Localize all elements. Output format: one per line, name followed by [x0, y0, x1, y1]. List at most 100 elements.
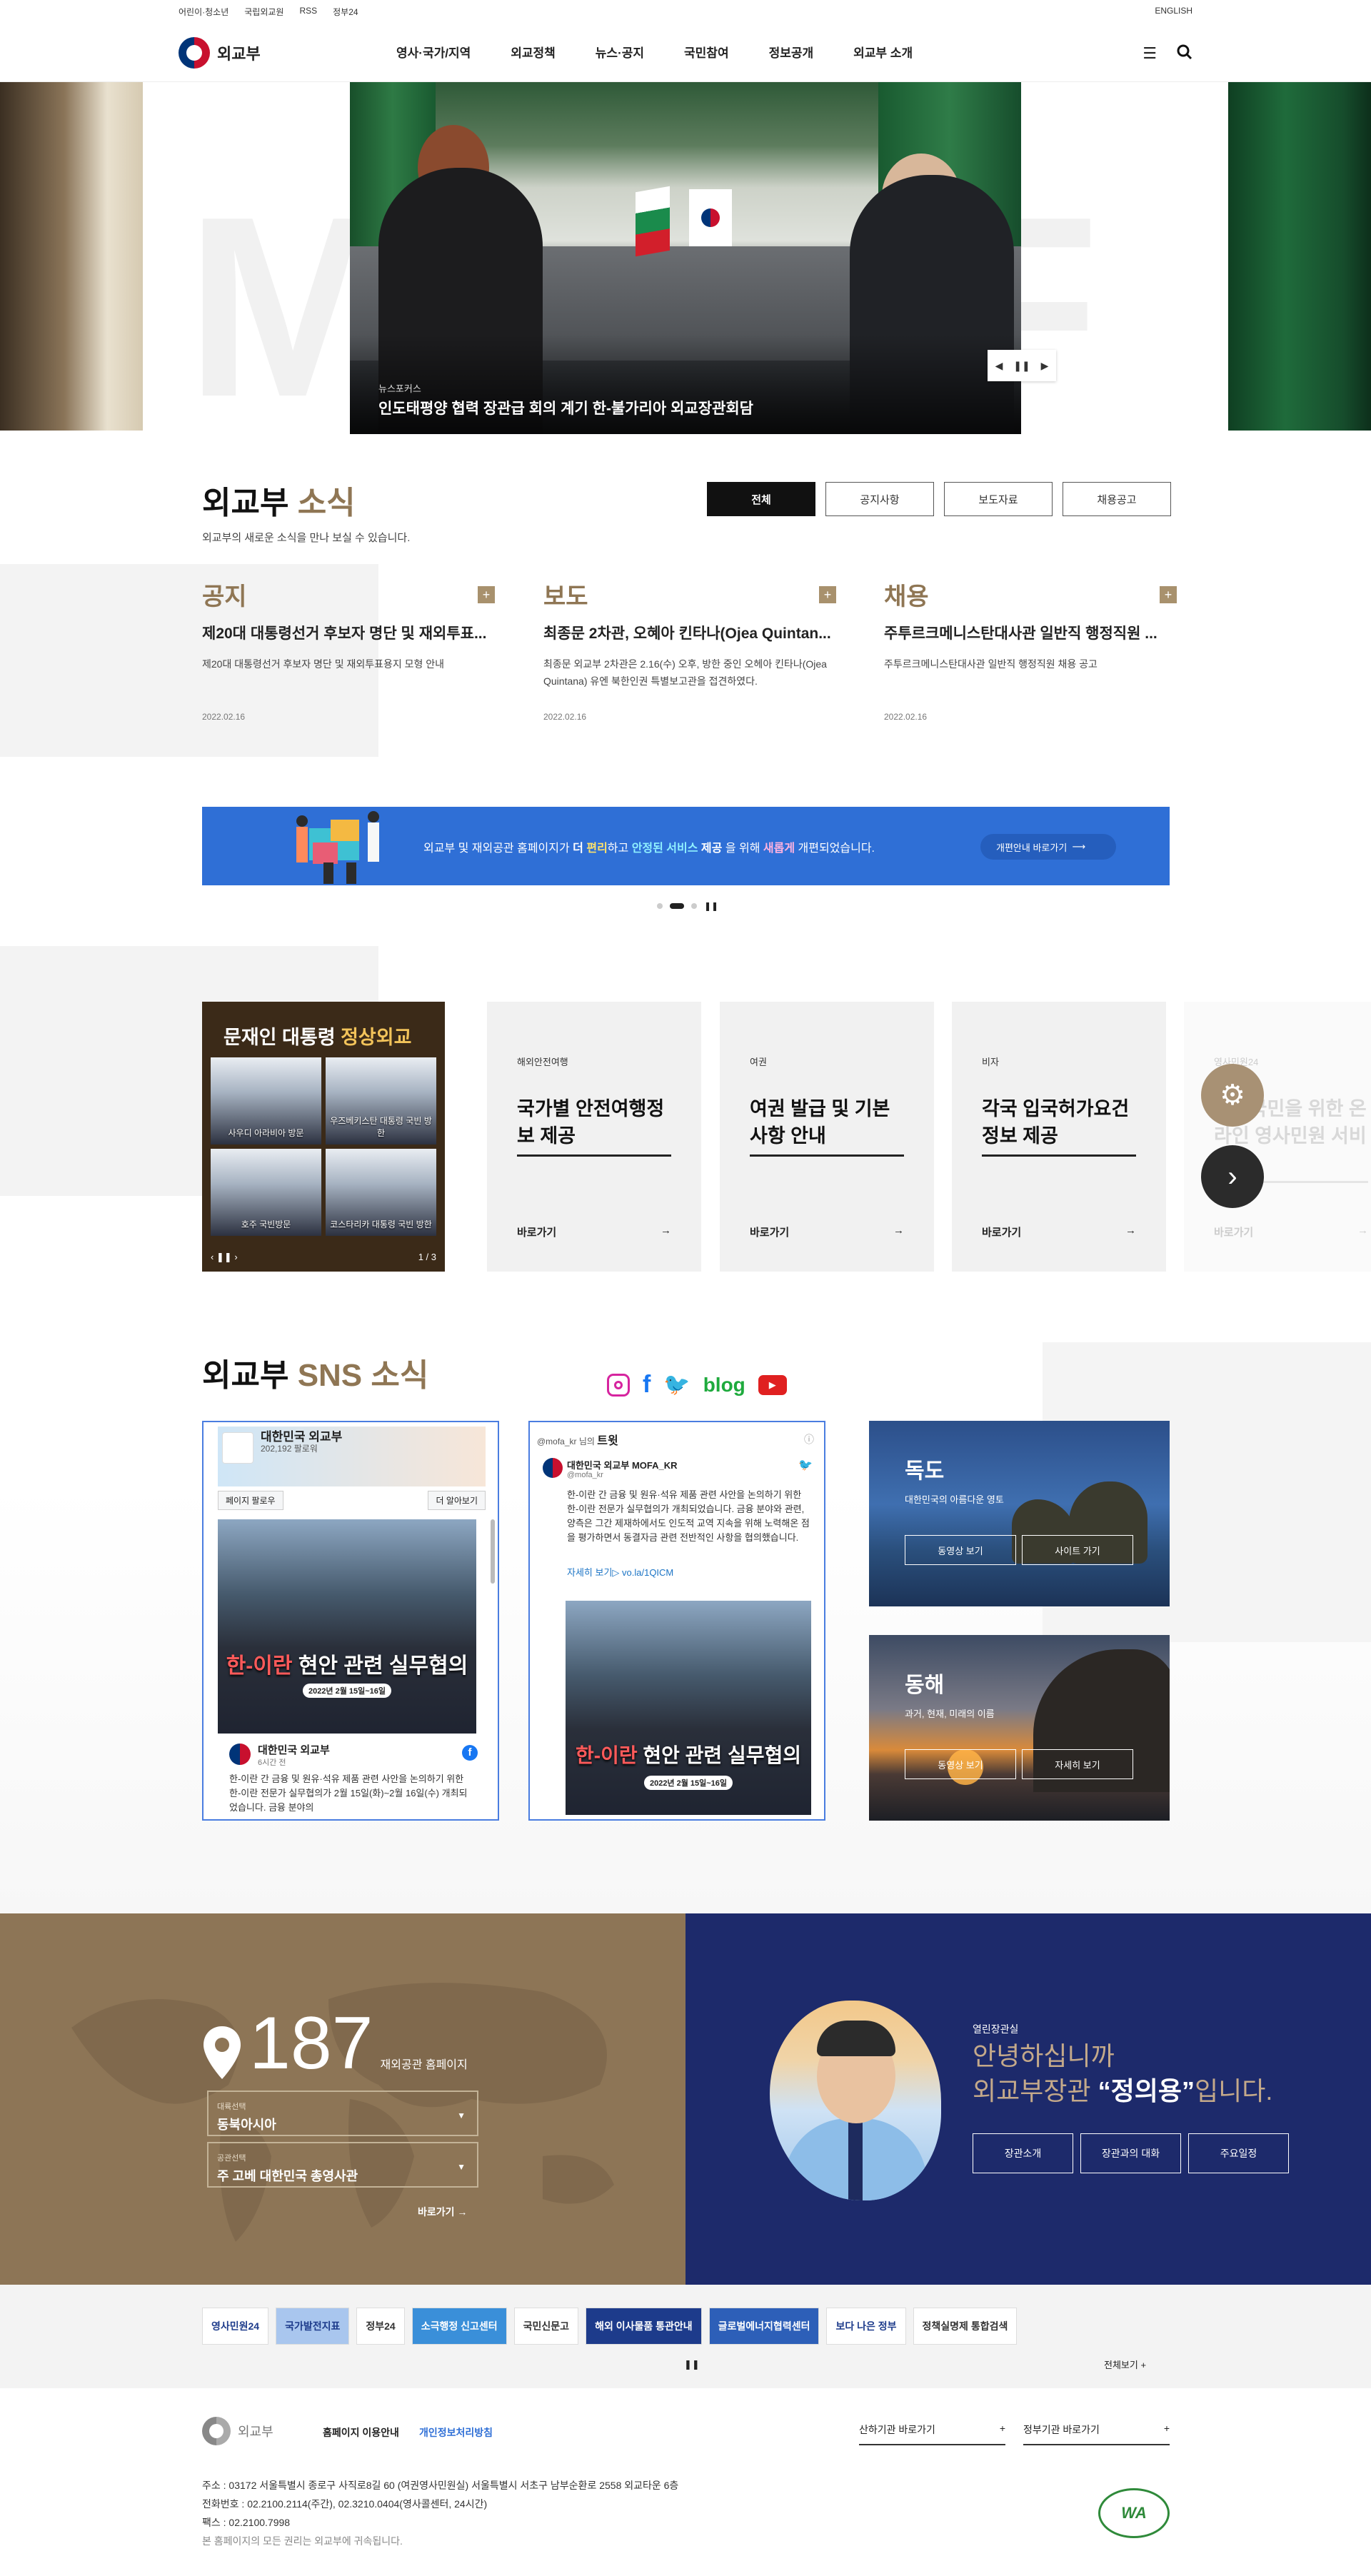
util-link-rss[interactable]: RSS: [299, 6, 317, 18]
prev-icon[interactable]: ‹: [211, 1252, 214, 1262]
hero-title[interactable]: 인도태평양 협력 장관급 회의 계기 한-불가리아 외교장관회담: [378, 397, 753, 418]
twitter-icon[interactable]: 🐦: [663, 1372, 690, 1397]
donghae-more-button[interactable]: 자세히 보기: [1022, 1749, 1133, 1779]
summit-poster[interactable]: 문재인 대통령 정상외교 사우디 아라비아 방문 우즈베키스탄 대통령 국빈 방…: [202, 1002, 445, 1272]
web-accessibility-mark-icon[interactable]: WA: [1098, 2488, 1170, 2538]
renewal-banner[interactable]: 외교부 및 재외공관 홈페이지가 더 편리하고 안정된 서비스 제공 을 위해 …: [202, 807, 1170, 885]
hero-slide-prev[interactable]: [0, 82, 143, 431]
twitter-icon[interactable]: 🐦: [798, 1458, 813, 1472]
donghae-video-button[interactable]: 동영상 보기: [905, 1749, 1016, 1779]
plus-icon[interactable]: +: [1160, 585, 1177, 603]
link-banner[interactable]: 해외 이사물품 통관안내: [586, 2308, 702, 2345]
donghae-card[interactable]: 동해 과거, 현재, 미래의 이름 동영상 보기 자세히 보기: [869, 1635, 1170, 1821]
link-banner[interactable]: 보다 나은 정부: [826, 2308, 906, 2345]
settings-gear-icon[interactable]: ⚙: [1201, 1064, 1264, 1127]
plus-icon[interactable]: +: [819, 585, 836, 603]
fb-scrollbar[interactable]: [491, 1519, 495, 1584]
nav-item-disclosure[interactable]: 정보공개: [769, 43, 814, 61]
place-title: 동해: [905, 1674, 945, 1697]
youtube-icon[interactable]: ▶: [758, 1374, 787, 1395]
poster-page: 1 / 3: [418, 1252, 436, 1262]
nav-item-about[interactable]: 외교부 소개: [853, 43, 913, 61]
pause-icon[interactable]: ❚❚: [684, 2359, 700, 2370]
fb-post-author[interactable]: 대한민국 외교부: [258, 1742, 330, 1757]
fb-follow-button[interactable]: 페이지 팔로우: [218, 1491, 283, 1510]
tw-author[interactable]: 대한민국 외교부 MOFA_KR: [567, 1458, 678, 1471]
mission-count-label: 재외공관 홈페이지: [380, 2059, 468, 2071]
logo[interactable]: 외교부: [179, 37, 261, 69]
facebook-icon[interactable]: f: [643, 1371, 651, 1399]
link-banner[interactable]: 국민신문고: [513, 2308, 579, 2345]
office-select[interactable]: 공관선택 주 고베 대한민국 총영사관 ▼: [207, 2142, 478, 2188]
prev-icon[interactable]: ◀: [988, 350, 1010, 381]
banner-go-button[interactable]: 개편안내 바로가기 ⟶: [980, 834, 1116, 860]
service-card-passport[interactable]: 여권 여권 발급 및 기본사항 안내 바로가기 →: [720, 1002, 934, 1272]
footer-link-privacy[interactable]: 개인정보처리방침: [419, 2425, 493, 2440]
minister-schedule-button[interactable]: 주요일정: [1188, 2133, 1289, 2173]
english-link[interactable]: ENGLISH: [1155, 6, 1192, 16]
tab-press[interactable]: 보도자료: [944, 482, 1053, 516]
pager-dot-active[interactable]: [670, 903, 684, 909]
news-title[interactable]: 최종문 2차관, 오혜아 킨타나(Ojea Quintan...: [543, 622, 836, 643]
blog-icon[interactable]: blog: [703, 1374, 745, 1397]
hero-slide-next[interactable]: [1228, 82, 1371, 431]
related-links: 영사민원24 국가발전지표 정부24 소극행정 신고센터 국민신문고 해외 이사…: [0, 2285, 1371, 2388]
dokdo-site-button[interactable]: 사이트 가기: [1022, 1535, 1133, 1565]
search-icon[interactable]: [1177, 44, 1192, 64]
twitter-widget[interactable]: @mofa_kr 님의 트윗 ⓘ 대한민국 외교부 MOFA_KR @mofa_…: [528, 1421, 825, 1821]
plus-icon[interactable]: +: [478, 585, 495, 603]
hero-carousel: MOFA 뉴스포커스 인도태평양 협력 장관급 회의 계기 한-불가리아 외교장…: [0, 82, 1371, 461]
instagram-icon[interactable]: [607, 1373, 630, 1397]
tw-link[interactable]: 자세히 보기▷ vo.la/1QICM: [567, 1565, 673, 1579]
util-link-kids[interactable]: 어린이·청소년: [179, 6, 228, 18]
minister-talk-button[interactable]: 장관과의 대화: [1080, 2133, 1181, 2173]
view-all-link[interactable]: 전체보기 +: [1104, 2358, 1146, 2371]
fb-post-image[interactable]: 한-이란 현안 관련 실무협의 2022년 2월 15일~16일: [218, 1519, 476, 1734]
minister-intro-button[interactable]: 장관소개: [973, 2133, 1073, 2173]
util-link-gov24[interactable]: 정부24: [333, 6, 358, 18]
nav-item-policy[interactable]: 외교정책: [511, 43, 556, 61]
tab-recruit[interactable]: 채용공고: [1063, 482, 1171, 516]
pause-icon[interactable]: ❚❚: [1010, 350, 1033, 381]
link-banner[interactable]: 국가발전지표: [276, 2308, 350, 2345]
menu-icon[interactable]: ☰: [1142, 44, 1157, 64]
nav-item-consular[interactable]: 영사·국가/지역: [396, 43, 471, 61]
news-title[interactable]: 주투르크메니스탄대사관 일반직 행정직원 ...: [884, 622, 1177, 643]
tab-all[interactable]: 전체: [707, 482, 815, 516]
tab-notices[interactable]: 공지사항: [825, 482, 934, 516]
nav-item-news[interactable]: 뉴스·공지: [596, 43, 644, 61]
service-card-travel[interactable]: 해외안전여행 국가별 안전여행정보 제공 바로가기 →: [487, 1002, 701, 1272]
arrow-right-icon: →: [893, 1224, 904, 1237]
region-select[interactable]: 대륙선택 동북아시아 ▼: [207, 2091, 478, 2136]
link-banner[interactable]: 소극행정 신고센터: [411, 2308, 507, 2345]
pause-icon[interactable]: ❚❚: [704, 901, 718, 911]
hero-slide-current[interactable]: 뉴스포커스 인도태평양 협력 장관급 회의 계기 한-불가리아 외교장관회담: [350, 82, 1021, 434]
info-icon[interactable]: ⓘ: [804, 1432, 814, 1447]
dokdo-card[interactable]: 독도 대한민국의 아름다운 영토 동영상 보기 사이트 가기: [869, 1421, 1170, 1606]
service-card-visa[interactable]: 비자 각국 입국허가요건 정보 제공 바로가기 →: [952, 1002, 1166, 1272]
pause-icon[interactable]: ❚❚: [216, 1252, 232, 1262]
next-icon[interactable]: ›: [234, 1252, 237, 1262]
facebook-icon[interactable]: f: [462, 1745, 478, 1761]
news-title[interactable]: 제20대 대통령선거 후보자 명단 및 재외투표...: [202, 622, 495, 643]
tw-post-image[interactable]: 한-이란 현안 관련 실무협의 2022년 2월 15일~16일: [566, 1601, 811, 1815]
facebook-widget[interactable]: 대한민국 외교부 202,192 팔로워 페이지 팔로우 더 알아보기 한-이란…: [202, 1421, 499, 1821]
pager-dot[interactable]: [657, 903, 663, 909]
link-banner[interactable]: 정부24: [356, 2308, 405, 2345]
affiliate-select[interactable]: 산하기관 바로가기 +: [859, 2422, 1005, 2445]
bulgaria-flag-icon: [636, 186, 670, 257]
carousel-next-icon[interactable]: ›: [1201, 1145, 1264, 1208]
link-banner[interactable]: 글로벌에너지협력센터: [708, 2308, 820, 2345]
nav-item-participation[interactable]: 국민참여: [684, 43, 729, 61]
fb-learn-more-button[interactable]: 더 알아보기: [428, 1491, 486, 1510]
gov-select[interactable]: 정부기관 바로가기 +: [1023, 2422, 1170, 2445]
mission-go-button[interactable]: 바로가기 →: [418, 2205, 467, 2219]
pager-dot[interactable]: [691, 903, 697, 909]
service-card-consular[interactable]: 영사민원24 재외국민을 위한 온라인 영사민원 서비스 바로가기→: [1184, 1002, 1371, 1272]
util-link-knda[interactable]: 국립외교원: [244, 6, 283, 18]
footer-link-guide[interactable]: 홈페이지 이용안내: [323, 2425, 399, 2440]
next-icon[interactable]: ▶: [1033, 350, 1056, 381]
link-banner[interactable]: 영사민원24: [202, 2308, 269, 2345]
link-banner[interactable]: 정책실명제 통합검색: [913, 2308, 1018, 2345]
dokdo-video-button[interactable]: 동영상 보기: [905, 1535, 1016, 1565]
